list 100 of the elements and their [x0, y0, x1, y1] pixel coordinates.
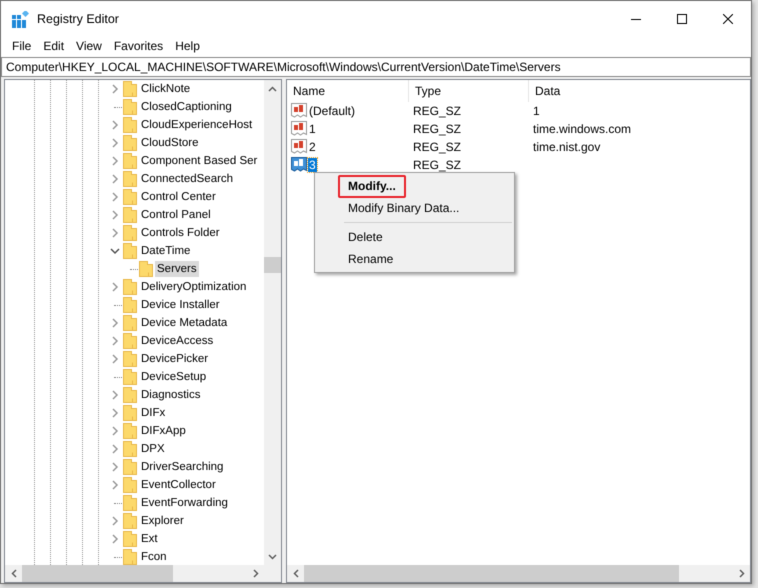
scroll-down-icon[interactable] — [268, 554, 277, 560]
value-data: time.windows.com — [533, 122, 632, 136]
folder-icon — [123, 315, 137, 331]
expand-icon[interactable] — [111, 390, 119, 400]
folder-icon — [123, 207, 137, 223]
folder-icon — [123, 135, 137, 151]
scroll-right-icon[interactable] — [738, 569, 744, 578]
value-name[interactable]: 2 — [308, 140, 317, 154]
tree-item[interactable]: Control Center — [139, 189, 218, 205]
scroll-left-icon[interactable] — [10, 569, 16, 578]
expand-icon[interactable] — [111, 174, 119, 184]
folder-icon — [123, 405, 137, 421]
tree-item[interactable]: Controls Folder — [139, 225, 222, 241]
tree-item[interactable]: Servers — [155, 261, 199, 277]
maximize-icon — [677, 14, 687, 24]
expand-icon[interactable] — [111, 192, 119, 202]
horizontal-scrollbar[interactable] — [5, 565, 281, 582]
expand-icon[interactable] — [111, 408, 119, 418]
context-menu-item[interactable]: Rename — [338, 248, 404, 270]
value-data: 1 — [533, 104, 540, 118]
string-value-icon — [291, 103, 307, 119]
scroll-thumb[interactable] — [264, 257, 281, 273]
context-menu-item[interactable]: Modify Binary Data... — [338, 196, 470, 220]
collapse-icon[interactable] — [110, 247, 120, 255]
value-type: REG_SZ — [413, 122, 462, 136]
expand-icon[interactable] — [111, 120, 119, 130]
column-header[interactable]: Data — [529, 80, 750, 102]
scroll-left-icon[interactable] — [292, 569, 298, 578]
context-menu-item[interactable]: Delete — [338, 226, 393, 248]
folder-icon — [123, 441, 137, 457]
tree-item[interactable]: DeliveryOptimization — [139, 279, 248, 295]
expand-icon[interactable] — [111, 462, 119, 472]
scroll-right-icon[interactable] — [252, 569, 258, 578]
folder-icon — [123, 531, 137, 547]
tree-item[interactable]: Fcon — [139, 549, 169, 565]
tree-item[interactable]: Device Installer — [139, 297, 222, 313]
value-type: REG_SZ — [413, 104, 462, 118]
expand-icon[interactable] — [111, 210, 119, 220]
tree-item[interactable]: Ext — [139, 531, 160, 547]
expand-icon[interactable] — [111, 354, 119, 364]
expand-icon[interactable] — [111, 282, 119, 292]
tree-item[interactable]: Control Panel — [139, 207, 213, 223]
value-name[interactable]: (Default) — [308, 104, 356, 118]
tree-item[interactable]: DeviceSetup — [139, 369, 208, 385]
column-header[interactable]: Type — [409, 80, 529, 102]
address-bar[interactable]: Computer\HKEY_LOCAL_MACHINE\SOFTWARE\Microsoft\Windows\CurrentVersion\DateTime\Servers — [1, 57, 751, 77]
folder-icon — [139, 261, 153, 277]
vertical-scrollbar[interactable] — [264, 80, 281, 565]
expand-icon[interactable] — [111, 336, 119, 346]
tree-item[interactable]: ClosedCaptioning — [139, 99, 234, 115]
tree-item[interactable]: DIFxApp — [139, 423, 188, 439]
horizontal-scrollbar[interactable] — [287, 565, 750, 582]
menu-item[interactable]: Edit — [37, 39, 70, 53]
expand-icon[interactable] — [111, 138, 119, 148]
expand-icon[interactable] — [111, 534, 119, 544]
expand-icon[interactable] — [111, 444, 119, 454]
column-header[interactable]: Name — [287, 80, 409, 102]
folder-icon — [123, 513, 137, 529]
tree-item[interactable]: DateTime — [139, 243, 192, 259]
folder-icon — [123, 81, 137, 97]
folder-icon — [123, 279, 137, 295]
tree-item[interactable]: CloudStore — [139, 135, 201, 151]
tree-item[interactable]: EventForwarding — [139, 495, 230, 511]
menu-item[interactable]: Help — [169, 39, 206, 53]
string-value-icon — [291, 121, 307, 137]
tree-item[interactable]: DPX — [139, 441, 167, 457]
value-name[interactable]: 3 — [308, 158, 317, 172]
expand-icon[interactable] — [111, 480, 119, 490]
tree-item[interactable]: ConnectedSearch — [139, 171, 236, 187]
tree-item[interactable]: Component Based Ser — [139, 153, 260, 169]
tree-item[interactable]: Explorer — [139, 513, 186, 529]
tree-item[interactable]: EventCollector — [139, 477, 218, 493]
folder-icon — [123, 459, 137, 475]
scroll-up-icon[interactable] — [268, 86, 277, 92]
tree-item[interactable]: DeviceAccess — [139, 333, 216, 349]
value-name[interactable]: 1 — [308, 122, 317, 136]
tree-item[interactable]: ClickNote — [139, 81, 192, 97]
expand-icon[interactable] — [111, 156, 119, 166]
expand-icon[interactable] — [111, 516, 119, 526]
expand-icon[interactable] — [111, 426, 119, 436]
window-title: Registry Editor — [37, 12, 120, 26]
expand-icon[interactable] — [111, 84, 119, 94]
scroll-thumb[interactable] — [304, 565, 679, 582]
folder-icon — [123, 297, 137, 313]
tree-item[interactable]: DriverSearching — [139, 459, 226, 475]
menu-item[interactable]: View — [70, 39, 108, 53]
string-value-icon — [291, 157, 307, 173]
tree-item[interactable]: CloudExperienceHost — [139, 117, 254, 133]
folder-icon — [123, 189, 137, 205]
tree-item[interactable]: DIFx — [139, 405, 168, 421]
expand-icon[interactable] — [111, 228, 119, 238]
tree-item[interactable]: Device Metadata — [139, 315, 230, 331]
tree-item[interactable]: DevicePicker — [139, 351, 210, 367]
scroll-thumb[interactable] — [22, 565, 173, 582]
expand-icon[interactable] — [111, 318, 119, 328]
menu-item[interactable]: Favorites — [108, 39, 170, 53]
context-menu-item[interactable]: Modify... — [338, 174, 406, 198]
menu-item[interactable]: File — [6, 39, 38, 53]
close-icon — [723, 14, 733, 24]
tree-item[interactable]: Diagnostics — [139, 387, 202, 403]
